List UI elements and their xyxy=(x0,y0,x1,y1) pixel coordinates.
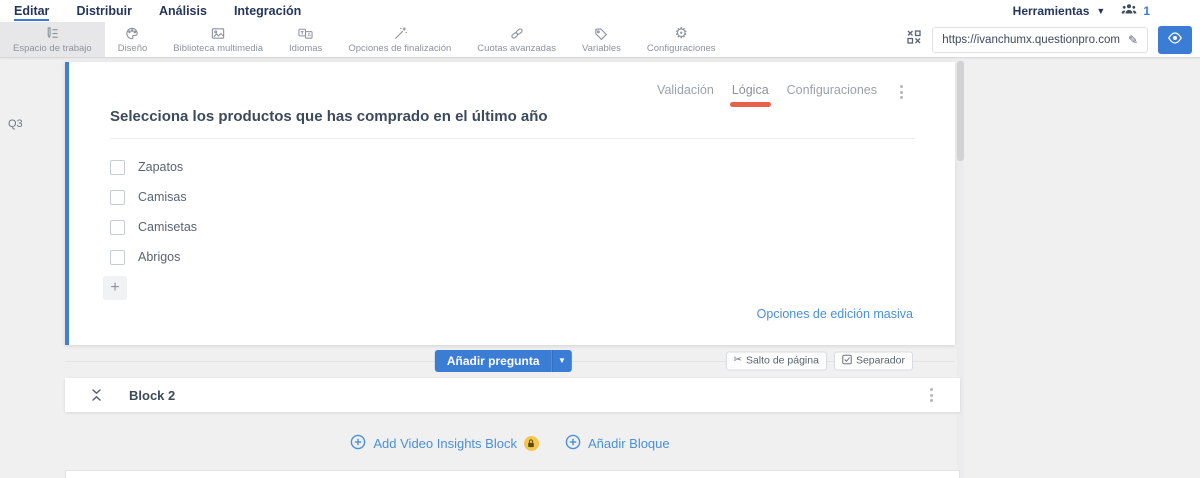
add-question-dropdown[interactable]: ▼ xyxy=(551,349,572,372)
page-break-button[interactable]: ✂ Salto de página xyxy=(725,351,827,370)
question-title[interactable]: Selecciona los productos que has comprad… xyxy=(110,108,915,139)
question-card: Validación Lógica Configuraciones Selecc… xyxy=(65,62,955,345)
option-label[interactable]: Camisas xyxy=(138,190,187,204)
people-icon xyxy=(1121,2,1137,21)
workspace-icon xyxy=(44,26,60,41)
preview-button[interactable] xyxy=(1158,25,1192,54)
tools-dropdown-label: Herramientas xyxy=(1012,4,1090,18)
block-menu-button[interactable] xyxy=(928,386,935,404)
tab-idiomas[interactable]: A Idiomas xyxy=(276,22,335,57)
page-break-label: Salto de página xyxy=(745,354,819,367)
tab-configuraciones-question[interactable]: Configuraciones xyxy=(787,83,877,97)
tab-label: Cuotas avanzadas xyxy=(477,42,556,54)
tab-label: Configuraciones xyxy=(646,42,716,54)
eye-icon xyxy=(1167,31,1183,49)
option-checkbox[interactable] xyxy=(110,189,125,205)
tab-label: Variables xyxy=(582,42,621,54)
add-block-link[interactable]: Añadir Bloque xyxy=(565,434,670,453)
list-item: Abrigos xyxy=(110,242,197,272)
nav-item-analisis[interactable]: Análisis xyxy=(159,2,207,21)
option-checkbox[interactable] xyxy=(110,249,125,265)
add-question-button[interactable]: Añadir pregunta ▼ xyxy=(434,349,572,372)
chain-links-icon xyxy=(509,26,525,41)
scrollbar-thumb[interactable] xyxy=(957,61,964,161)
list-item: Zapatos xyxy=(110,152,197,182)
add-video-insights-label: Add Video Insights Block xyxy=(373,436,517,451)
separator-label: Separador xyxy=(855,354,905,367)
qr-code-icon[interactable] xyxy=(906,29,922,50)
nav-item-distribuir[interactable]: Distribuir xyxy=(76,2,132,21)
top-nav: Editar Distribuir Análisis Integración H… xyxy=(0,0,1200,22)
tools-dropdown[interactable]: Herramientas ▼ xyxy=(1013,4,1106,18)
question-tabs: Validación Lógica Configuraciones xyxy=(657,83,877,107)
tab-variables[interactable]: Variables xyxy=(569,22,634,57)
answer-options: Zapatos Camisas Camisetas Abrigos xyxy=(110,152,197,272)
option-label[interactable]: Abrigos xyxy=(138,250,180,264)
tab-logica[interactable]: Lógica xyxy=(729,83,771,107)
plus-circle-icon xyxy=(350,434,366,453)
tab-configuraciones[interactable]: ⚙ Configuraciones xyxy=(634,22,729,57)
list-item: Camisas xyxy=(110,182,197,212)
add-block-label: Añadir Bloque xyxy=(587,436,670,451)
block-title: Block 2 xyxy=(129,387,176,403)
scissors-icon: ✂ xyxy=(733,354,742,366)
next-card-edge xyxy=(65,470,960,478)
tab-cuotas-avanzadas[interactable]: Cuotas avanzadas xyxy=(464,22,569,57)
chevron-down-icon: ▼ xyxy=(1096,6,1106,16)
chevron-down-icon: ▼ xyxy=(558,356,566,365)
palette-icon xyxy=(124,26,140,41)
footer-actions: Add Video Insights Block Añadir Bloque xyxy=(65,434,955,453)
add-video-insights-block-link[interactable]: Add Video Insights Block xyxy=(350,434,539,453)
svg-text:A: A xyxy=(308,32,312,38)
edit-pencil-icon[interactable]: ✎ xyxy=(1128,33,1138,47)
checked-box-icon xyxy=(842,354,852,367)
translate-icon: A xyxy=(297,26,314,41)
scrollbar[interactable] xyxy=(957,58,964,478)
gear-icon: ⚙ xyxy=(674,24,688,42)
tab-espacio-de-trabajo[interactable]: Espacio de trabajo xyxy=(0,22,105,57)
nav-item-integracion[interactable]: Integración xyxy=(234,2,301,21)
tab-biblioteca-multimedia[interactable]: Biblioteca multimedia xyxy=(160,22,276,57)
add-option-button[interactable]: + xyxy=(103,276,127,300)
plus-circle-icon xyxy=(565,434,581,453)
add-question-label[interactable]: Añadir pregunta xyxy=(434,349,552,372)
editor-toolbar: Espacio de trabajo Diseño Biblioteca mul… xyxy=(0,22,1200,58)
tab-label: Opciones de finalización xyxy=(348,42,452,54)
collaborators-count: 1 xyxy=(1143,4,1150,18)
survey-url-field[interactable]: https://ivanchumx.questionpro.com ✎ xyxy=(932,26,1148,53)
tab-validacion[interactable]: Validación xyxy=(657,83,714,97)
question-menu-button[interactable] xyxy=(898,83,905,101)
survey-url: https://ivanchumx.questionpro.com xyxy=(942,33,1120,46)
nav-item-editar[interactable]: Editar xyxy=(14,2,50,21)
question-id-label: Q3 xyxy=(8,118,23,130)
tab-label: Biblioteca multimedia xyxy=(173,42,264,54)
list-item: Camisetas xyxy=(110,212,197,242)
separator-button[interactable]: Separador xyxy=(833,351,913,370)
tab-diseno[interactable]: Diseño xyxy=(105,22,161,57)
option-checkbox[interactable] xyxy=(110,159,125,175)
magic-wand-icon xyxy=(392,26,408,41)
tab-label: Diseño xyxy=(117,42,148,54)
option-checkbox[interactable] xyxy=(110,219,125,235)
block-header[interactable]: Block 2 xyxy=(65,378,960,412)
option-label[interactable]: Zapatos xyxy=(138,160,183,174)
bulk-edit-link[interactable]: Opciones de edición masiva xyxy=(757,307,913,321)
question-action-row: Añadir pregunta ▼ ✂ Salto de página Sepa… xyxy=(65,345,955,376)
tab-label: Espacio de trabajo xyxy=(13,42,92,54)
collaborators[interactable]: 1 xyxy=(1121,2,1150,21)
tab-opciones-de-finalizacion[interactable]: Opciones de finalización xyxy=(335,22,464,57)
image-icon xyxy=(210,26,226,41)
premium-lock-badge xyxy=(523,436,539,451)
collapse-icon[interactable] xyxy=(90,388,103,402)
tab-label: Idiomas xyxy=(289,42,323,54)
tag-icon xyxy=(593,26,609,41)
top-nav-menu: Editar Distribuir Análisis Integración xyxy=(14,2,301,21)
option-label[interactable]: Camisetas xyxy=(138,220,197,234)
